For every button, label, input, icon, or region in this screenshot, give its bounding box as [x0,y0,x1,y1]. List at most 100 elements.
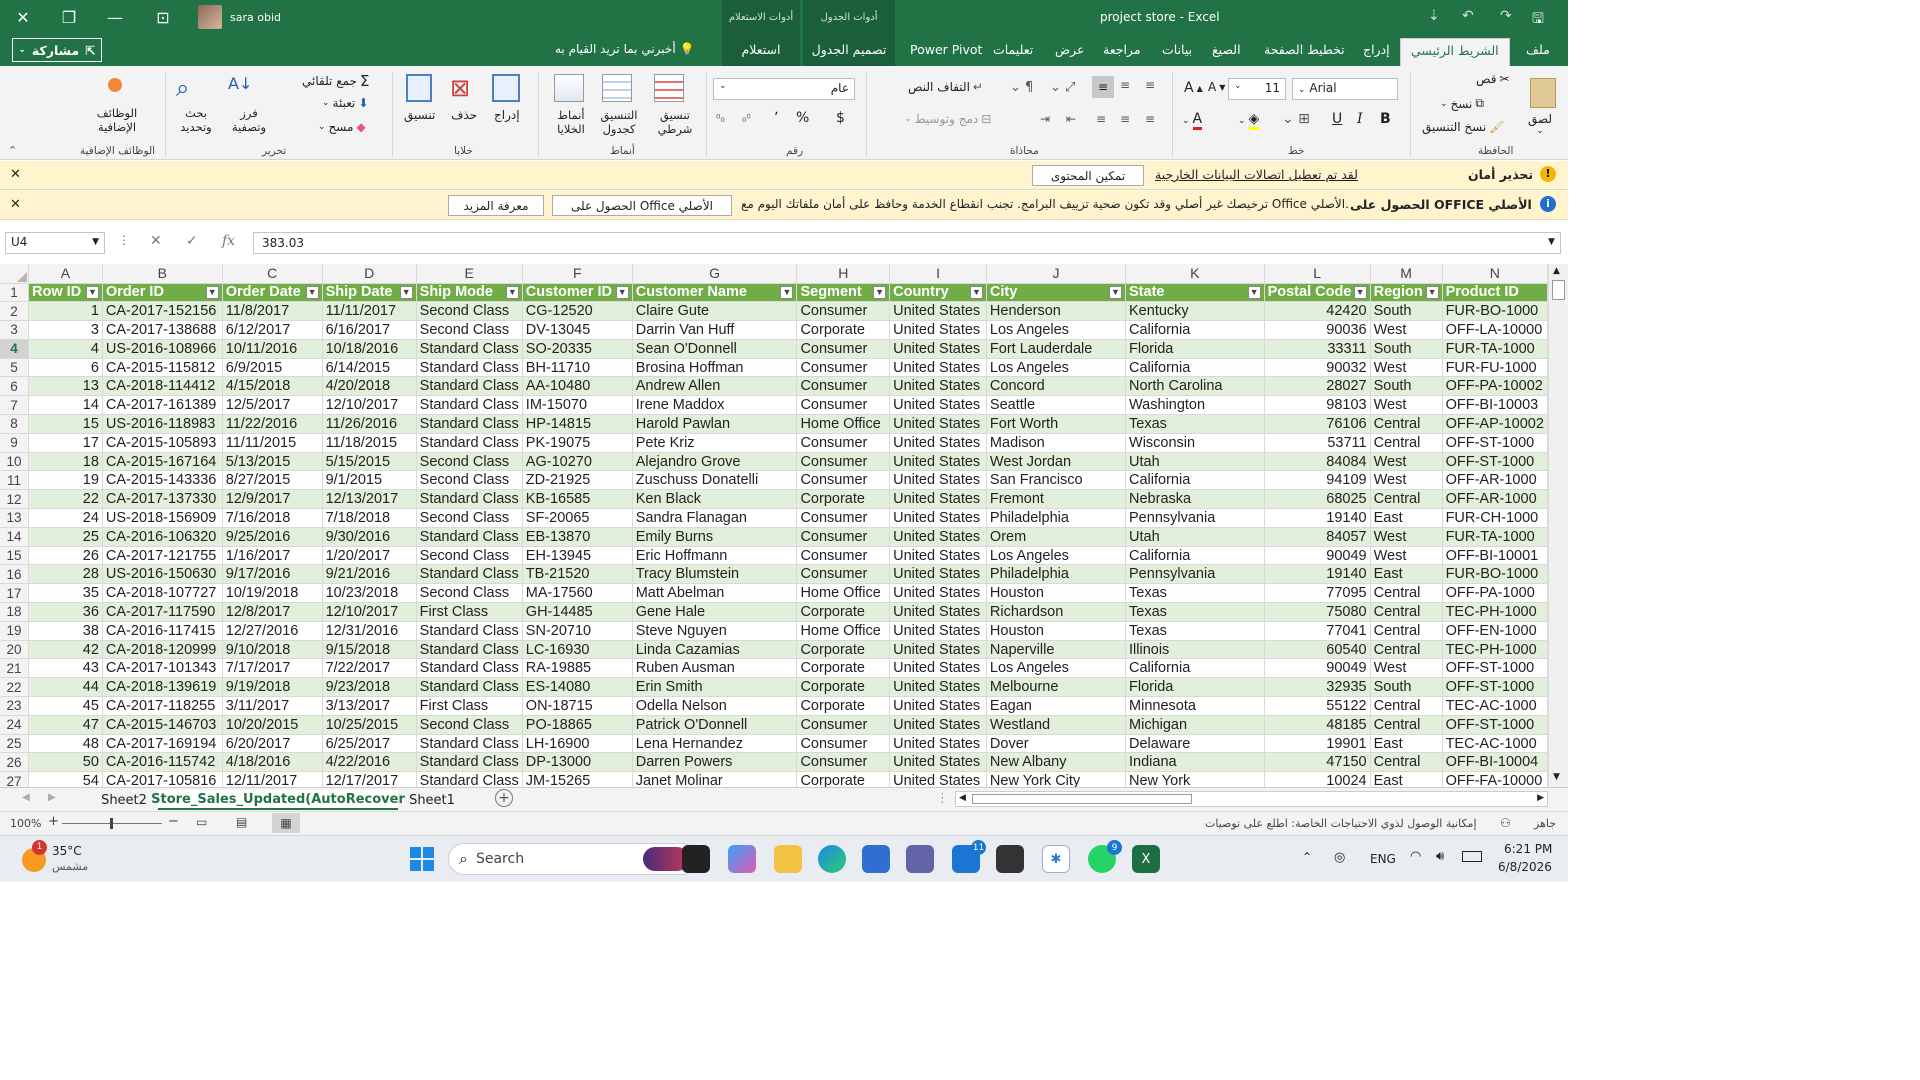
cell[interactable]: 50 [28,752,103,773]
cell[interactable]: 12/13/2017 [322,489,417,510]
increase-decimal-button[interactable]: ₀⁰ [742,112,751,125]
align-left-button[interactable]: ≡ [1145,112,1155,126]
column-header-l[interactable]: L [1264,264,1371,284]
cell[interactable]: Fort Lauderdale [986,339,1127,359]
format-cells-button[interactable]: تنسيق [404,108,435,122]
cell[interactable]: Nebraska [1125,489,1265,510]
cell[interactable]: FUR-FU-1000 [1442,358,1548,378]
cell[interactable]: 42 [28,640,103,660]
cell[interactable]: Janet Molinar [632,771,798,787]
cell[interactable]: Utah [1125,452,1265,472]
row-header[interactable]: 24 [0,715,30,735]
cell[interactable]: 11/11/2017 [322,301,417,322]
save-icon[interactable]: 🖫 [1532,8,1544,32]
cell[interactable]: Standard Class [416,433,523,453]
cell[interactable]: 47150 [1264,752,1371,773]
cell[interactable]: Los Angeles [986,320,1127,340]
cell[interactable]: United States [889,489,987,510]
cell[interactable]: CA-2015-143336 [102,470,223,491]
cell[interactable]: 13 [28,376,103,397]
cell[interactable]: 11/26/2016 [322,414,417,434]
row-header[interactable]: 10 [0,452,30,472]
cell[interactable]: Central [1370,715,1443,735]
cell[interactable]: United States [889,452,987,472]
cell[interactable]: 3 [28,320,103,340]
cell[interactable]: Darren Powers [632,752,798,773]
cell[interactable]: 7/16/2018 [222,508,323,528]
orientation-button[interactable]: ⌄ ⤢ [1050,80,1075,95]
cell[interactable]: Second Class [416,715,523,735]
cell[interactable]: CA-2017-117590 [102,602,223,622]
cell[interactable]: Consumer [796,339,891,359]
cell[interactable]: East [1370,734,1443,754]
cell[interactable]: 33311 [1264,339,1371,359]
table-header-cell[interactable]: Row ID ▼ [28,283,103,303]
bold-button[interactable]: B [1380,111,1391,127]
sheet-tab-sheet1[interactable]: Sheet1 [404,790,460,810]
cell[interactable]: 4/20/2018 [322,376,417,397]
cell[interactable]: FUR-BO-1000 [1442,564,1548,585]
cell[interactable]: 5/15/2015 [322,452,417,472]
cell[interactable]: 28027 [1264,376,1371,397]
decrease-font-button[interactable]: A ▼ [1208,80,1225,94]
cell[interactable]: OFF-BI-10004 [1442,752,1548,773]
cell[interactable]: West [1370,470,1443,491]
cell[interactable]: Philadelphia [986,564,1127,585]
row-header[interactable]: 3 [0,320,30,340]
table-header-cell[interactable]: City ▼ [986,283,1127,303]
filter-dropdown-icon[interactable]: ▼ [85,286,99,300]
cell[interactable]: West [1370,395,1443,416]
cell[interactable]: Delaware [1125,734,1265,754]
delete-cells-button[interactable]: حذف [451,108,477,122]
cell[interactable]: Tracy Blumstein [632,564,798,585]
cell[interactable]: Standard Class [416,564,523,585]
font-name-dropdown[interactable]: ⌄ Arial [1292,78,1398,100]
table-header-cell[interactable]: Product ID [1442,283,1548,303]
cell[interactable]: 3/11/2017 [222,696,323,716]
cell[interactable]: DP-13000 [522,752,633,773]
cell[interactable]: Concord [986,376,1127,397]
cell-styles-button[interactable]: أنماط الخلايا [552,108,590,136]
filter-dropdown-icon[interactable]: ▼ [1247,286,1261,300]
table-header-cell[interactable]: Order Date ▼ [222,283,323,303]
table-header-cell[interactable]: Ship Mode ▼ [416,283,523,303]
sheet-tab-sheet2[interactable]: Sheet2 [96,790,152,810]
column-header-h[interactable]: H [796,264,891,284]
cell[interactable]: Central [1370,489,1443,510]
cell[interactable]: Central [1370,414,1443,434]
cell[interactable]: United States [889,395,987,416]
cell[interactable]: 6/16/2017 [322,320,417,340]
cell[interactable]: TEC-AC-1000 [1442,696,1548,716]
normal-view-icon[interactable]: ▦ [272,813,300,833]
table-header-cell[interactable]: Segment ▼ [796,283,891,303]
cell[interactable]: 77095 [1264,583,1371,604]
cell[interactable]: 6 [28,358,103,378]
cell[interactable]: DV-13045 [522,320,633,340]
cell[interactable]: 55122 [1264,696,1371,716]
cell[interactable]: 3/13/2017 [322,696,417,716]
sheet-tab-store-sales[interactable]: Store_Sales_Updated(AutoRecover [151,790,405,810]
cell[interactable]: OFF-ST-1000 [1442,452,1548,472]
cell[interactable]: Ken Black [632,489,798,510]
scroll-thumb[interactable] [1552,280,1565,300]
zoom-in-icon[interactable]: + [48,814,59,829]
cell[interactable]: Consumer [796,715,891,735]
cell[interactable]: Andrew Allen [632,376,798,397]
font-size-dropdown[interactable]: ⌄ 11 [1228,78,1286,100]
cell[interactable]: Brosina Hoffman [632,358,798,378]
cell[interactable]: Melbourne [986,677,1127,698]
cell[interactable]: CA-2017-169194 [102,734,223,754]
align-center-button[interactable]: ≡ [1120,112,1130,126]
scroll-down-icon[interactable]: ▼ [1553,772,1560,782]
column-header-b[interactable]: B [102,264,223,284]
cell[interactable]: West [1370,320,1443,340]
cell[interactable]: Alejandro Grove [632,452,798,472]
zoom-level[interactable]: 100% [10,817,41,830]
cell[interactable]: Erin Smith [632,677,798,698]
cell[interactable]: 7/18/2018 [322,508,417,528]
italic-button[interactable]: I [1357,111,1363,127]
cell[interactable]: OFF-ST-1000 [1442,715,1548,735]
scroll-left-icon[interactable]: ◀ [959,793,966,803]
cell[interactable]: 47 [28,715,103,735]
cell[interactable]: Michigan [1125,715,1265,735]
